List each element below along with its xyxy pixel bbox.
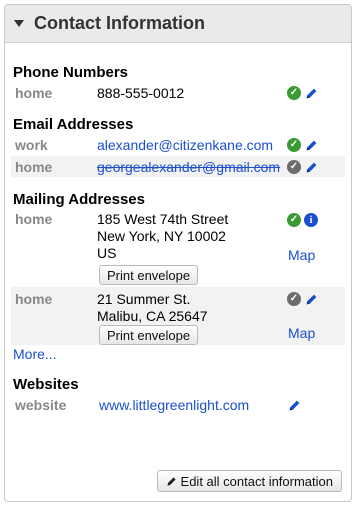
website-row: website www.littlegreenlight.com [11, 395, 345, 415]
address-text: 185 West 74th Street New York, NY 10002 … [97, 211, 228, 262]
contact-information-panel: Contact Information Phone Numbers home 8… [4, 4, 352, 502]
address-line: Malibu, CA 25647 [97, 308, 208, 324]
print-envelope-button[interactable]: Print envelope [99, 325, 199, 345]
verified-check-icon: ✓ [287, 213, 301, 227]
phone-numbers-heading: Phone Numbers [13, 64, 129, 81]
pencil-icon [166, 476, 177, 487]
address-text: 21 Summer St. Malibu, CA 25647 [97, 291, 208, 325]
email-addresses-heading: Email Addresses [13, 116, 134, 133]
website-label: website [15, 397, 67, 413]
edit-all-label: Edit all contact information [180, 473, 333, 489]
edit-pencil-icon[interactable] [287, 398, 301, 412]
phone-label: home [15, 85, 53, 101]
address-label: home [15, 211, 53, 227]
info-icon[interactable]: i [304, 213, 318, 227]
mailing-addresses-heading: Mailing Addresses [13, 191, 145, 208]
verified-check-icon: ✓ [287, 86, 301, 100]
edit-pencil-icon[interactable] [304, 86, 318, 100]
edit-all-contact-button[interactable]: Edit all contact information [156, 470, 342, 492]
map-link[interactable]: Map [288, 325, 315, 341]
panel-header[interactable]: Contact Information [5, 5, 351, 43]
map-link[interactable]: Map [288, 247, 315, 263]
email-row: home georgealexander@gmail.com ✓ [11, 156, 345, 177]
phone-value: 888-555-0012 [97, 85, 185, 101]
email-row: work alexander@citizenkane.com ✓ [11, 135, 345, 155]
address-row: home 21 Summer St. Malibu, CA 25647 ✓ Pr… [11, 287, 345, 345]
email-link[interactable]: georgealexander@gmail.com [97, 159, 280, 175]
edit-pencil-icon[interactable] [304, 292, 318, 306]
address-line: US [97, 245, 117, 261]
websites-heading: Websites [13, 376, 79, 393]
inactive-check-icon: ✓ [287, 292, 301, 306]
edit-pencil-icon[interactable] [304, 138, 318, 152]
print-envelope-button[interactable]: Print envelope [99, 265, 199, 285]
email-label: work [15, 137, 48, 153]
edit-pencil-icon[interactable] [304, 160, 318, 174]
caret-down-icon[interactable] [14, 20, 24, 27]
more-addresses-link[interactable]: More... [13, 346, 57, 362]
panel-title: Contact Information [34, 13, 205, 33]
address-line: 21 Summer St. [97, 291, 191, 307]
verified-check-icon: ✓ [287, 138, 301, 152]
address-line: 185 West 74th Street [97, 211, 229, 227]
website-link[interactable]: www.littlegreenlight.com [99, 397, 249, 413]
email-label: home [15, 159, 53, 175]
email-link[interactable]: alexander@citizenkane.com [97, 137, 273, 153]
phone-row: home 888-555-0012 ✓ [11, 83, 345, 103]
address-line: New York, NY 10002 [97, 228, 226, 244]
address-label: home [15, 291, 53, 307]
address-row: home 185 West 74th Street New York, NY 1… [11, 209, 345, 285]
inactive-check-icon: ✓ [287, 160, 301, 174]
